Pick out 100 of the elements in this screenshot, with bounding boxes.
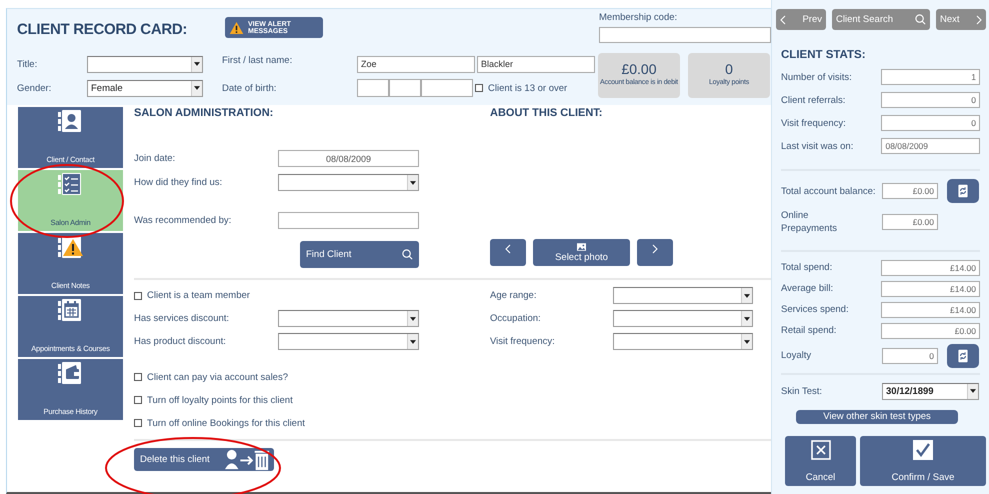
stat-label: Number of visits: [781, 72, 853, 82]
caret-icon [744, 294, 750, 298]
warning-icon [229, 20, 244, 34]
gender-select[interactable]: Female [87, 80, 203, 96]
dropdown[interactable] [278, 174, 419, 191]
caret-icon [194, 86, 200, 90]
first-name-field[interactable]: Zoe [357, 56, 475, 72]
month-field[interactable] [389, 79, 421, 97]
checkbox-label: Client is 13 or over [488, 82, 568, 94]
next-photo-button[interactable] [637, 239, 673, 266]
section-heading: SALON ADMINISTRATION: [134, 107, 274, 119]
stat-field[interactable]: 08/08/2009 [881, 138, 980, 154]
stat-label: Services spend: [781, 304, 850, 316]
search-icon [915, 14, 926, 25]
stat-label: Total spend: [781, 262, 834, 274]
field-label: Has services discount: [134, 313, 230, 324]
text-field[interactable]: 08/08/2009 [278, 150, 419, 167]
cancel-button[interactable]: Cancel [785, 436, 856, 486]
stat-label: Average bill: [781, 283, 834, 294]
chevron-left-icon [505, 244, 511, 254]
find-client-button[interactable]: Find Client [300, 241, 419, 268]
checkbox-label: Turn off online Bookings for this client [147, 418, 305, 428]
membership-label: Membership code: [599, 12, 678, 23]
section-heading: ABOUT THIS CLIENT: [490, 107, 604, 119]
caret-icon [970, 389, 976, 394]
caret-icon [744, 316, 750, 320]
search-icon [402, 249, 413, 260]
stat-field[interactable]: 0 [882, 348, 938, 364]
field-label: How did they find us: [134, 177, 224, 188]
text-field[interactable] [278, 212, 419, 229]
section-heading: CLIENT STATS: [781, 49, 867, 61]
stat-field[interactable]: 1 [881, 69, 980, 85]
previous-button[interactable]: Prev [776, 9, 826, 30]
dropdown[interactable] [613, 333, 753, 350]
chevron-right-icon [652, 244, 658, 254]
gender-label: Gender: [17, 82, 52, 94]
checkbox[interactable] [475, 84, 483, 92]
person-to-trash-icon [225, 448, 271, 471]
stat-field[interactable]: £0.00 [882, 183, 938, 199]
stat-field[interactable]: £0.00 [882, 214, 938, 230]
title-select[interactable] [87, 56, 203, 72]
checkbox-label: Client is a team member [147, 290, 250, 301]
chevron-left-icon [780, 14, 786, 24]
checkbox-label: Turn off loyalty points for this client [147, 394, 293, 406]
refresh-button[interactable] [947, 344, 979, 368]
tile-value: £0.00 [621, 61, 657, 77]
next-button[interactable]: Next [936, 9, 986, 30]
stat-field[interactable]: £0.00 [881, 322, 980, 339]
close-icon [810, 440, 830, 460]
previous-photo-button[interactable] [490, 239, 526, 266]
dropdown[interactable] [613, 310, 753, 327]
stat-field[interactable]: £14.00 [881, 280, 980, 297]
stat-label: Online Prepayments [781, 209, 838, 236]
refresh-icon [958, 184, 968, 198]
membership-field[interactable] [599, 27, 771, 43]
stat-field[interactable]: 0 [881, 115, 980, 131]
checkmark-icon [913, 440, 933, 460]
delete-client-button[interactable]: Delete this client [134, 448, 274, 471]
checkbox[interactable] [134, 419, 142, 427]
dropdown[interactable] [278, 310, 419, 327]
checkbox[interactable] [134, 373, 142, 381]
stat-field[interactable]: 0 [881, 92, 980, 108]
dropdown[interactable] [278, 333, 419, 350]
stat-field[interactable]: £14.00 [881, 302, 980, 318]
calendar-book-icon [58, 299, 84, 321]
refresh-button[interactable] [947, 179, 979, 203]
year-field[interactable] [421, 79, 473, 97]
stat-label: Retail spend: [781, 325, 838, 336]
caret-icon [410, 316, 416, 320]
field-label: Join date: [134, 153, 176, 164]
wallet-book-icon [58, 362, 84, 384]
title-label: Title: [17, 58, 38, 70]
stat-field[interactable]: £14.00 [881, 260, 980, 276]
stat-label: Last visit was on: [781, 140, 854, 152]
checkbox[interactable] [134, 396, 142, 404]
checkbox[interactable] [134, 292, 142, 300]
checkbox-label: Client can pay via account sales? [147, 372, 288, 382]
skin-test-select[interactable]: 30/12/1899 [882, 382, 979, 400]
refresh-icon [958, 348, 968, 363]
stat-label: Visit frequency: [781, 118, 847, 128]
client-search-button[interactable]: Client Search [832, 9, 930, 30]
dropdown[interactable] [613, 287, 753, 304]
field-label: Occupation: [490, 313, 542, 324]
image-icon [577, 242, 586, 250]
contact-book-icon [58, 110, 84, 132]
checklist-icon [58, 173, 84, 195]
tile-value: 0 [725, 61, 733, 77]
caret-icon [744, 340, 750, 344]
stat-label: Loyalty [781, 350, 812, 362]
skin-test-types-button[interactable]: View other skin test types [796, 410, 958, 424]
day-field[interactable] [357, 79, 389, 97]
warning-book-icon [58, 236, 84, 258]
field-label: Age range: [490, 290, 538, 301]
last-name-field[interactable]: Blackler [477, 56, 595, 72]
chevron-right-icon [976, 14, 982, 24]
field-label: Has product discount: [134, 336, 227, 347]
caret-icon [194, 62, 200, 66]
select-photo-button[interactable]: Select photo [533, 239, 630, 266]
confirm-save-button[interactable]: Confirm / Save [860, 436, 986, 486]
name-label: First / last name: [222, 55, 294, 66]
